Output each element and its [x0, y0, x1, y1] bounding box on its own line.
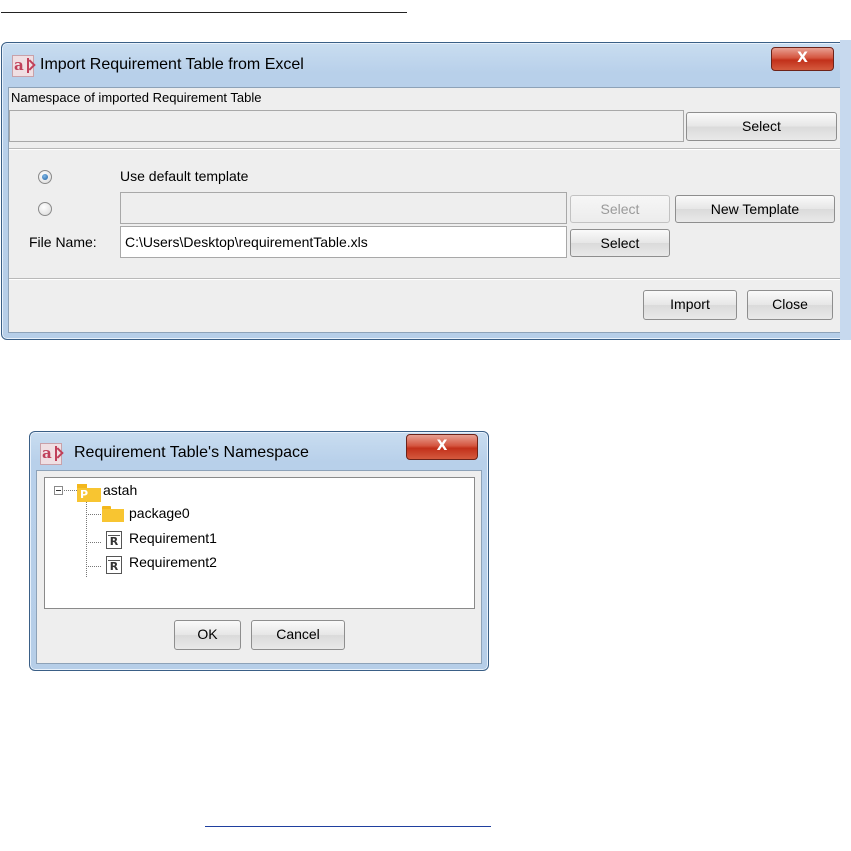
- astah-app-icon: a: [12, 55, 34, 77]
- namespace-field[interactable]: [9, 110, 684, 142]
- astah-app-icon: a: [40, 443, 62, 465]
- namespace-dialog-close-button[interactable]: X: [406, 434, 478, 460]
- link-underline[interactable]: [205, 826, 491, 827]
- file-select-button[interactable]: Select: [570, 229, 670, 257]
- background-window-edge: [840, 40, 851, 340]
- namespace-select-button[interactable]: Select: [686, 112, 837, 141]
- use-default-template-radio[interactable]: [38, 170, 52, 184]
- namespace-dialog-body: P astah package0 R Requirement1 R Requir…: [36, 470, 482, 664]
- import-dialog-body: Namespace of imported Requirement Table …: [8, 87, 842, 333]
- custom-template-radio[interactable]: [38, 202, 52, 216]
- close-icon: X: [797, 50, 808, 66]
- import-dialog-close-button[interactable]: X: [771, 47, 834, 71]
- use-default-template-label: Use default template: [120, 168, 249, 184]
- namespace-dialog-title: Requirement Table's Namespace: [74, 444, 309, 461]
- import-dialog-title: Import Requirement Table from Excel: [40, 56, 304, 73]
- tree-root-label[interactable]: astah: [103, 482, 137, 498]
- namespace-tree[interactable]: P astah package0 R Requirement1 R Requir…: [44, 477, 475, 609]
- template-select-button[interactable]: Select: [570, 195, 670, 223]
- import-dialog-window: a Import Requirement Table from Excel X …: [1, 42, 849, 340]
- divider-bottom-highlight: [9, 279, 841, 280]
- top-rule: [1, 12, 407, 13]
- file-name-label: File Name:: [29, 234, 97, 250]
- divider-top-highlight: [9, 149, 841, 150]
- tree-item-requirement2[interactable]: Requirement2: [129, 554, 217, 570]
- tree-connector: [64, 490, 77, 491]
- cancel-button[interactable]: Cancel: [251, 620, 345, 650]
- template-path-field[interactable]: [120, 192, 567, 224]
- folder-icon: [102, 506, 124, 522]
- requirement-icon: R: [106, 531, 122, 549]
- namespace-dialog-window: a Requirement Table's Namespace X P asta…: [29, 431, 489, 671]
- tree-item-requirement1[interactable]: Requirement1: [129, 530, 217, 546]
- close-button[interactable]: Close: [747, 290, 833, 320]
- tree-connector: [86, 514, 101, 515]
- tree-connector: [86, 542, 101, 543]
- tree-item-package0[interactable]: package0: [129, 505, 190, 521]
- new-template-button[interactable]: New Template: [675, 195, 835, 223]
- requirement-icon: R: [106, 556, 122, 574]
- ok-button[interactable]: OK: [174, 620, 241, 650]
- tree-connector: [86, 566, 101, 567]
- package-icon: P: [77, 484, 101, 502]
- close-icon: X: [436, 438, 448, 454]
- import-button[interactable]: Import: [643, 290, 737, 320]
- collapse-icon[interactable]: [54, 486, 63, 495]
- file-name-field[interactable]: C:\Users\Desktop\requirementTable.xls: [120, 226, 567, 258]
- namespace-label: Namespace of imported Requirement Table: [11, 90, 262, 105]
